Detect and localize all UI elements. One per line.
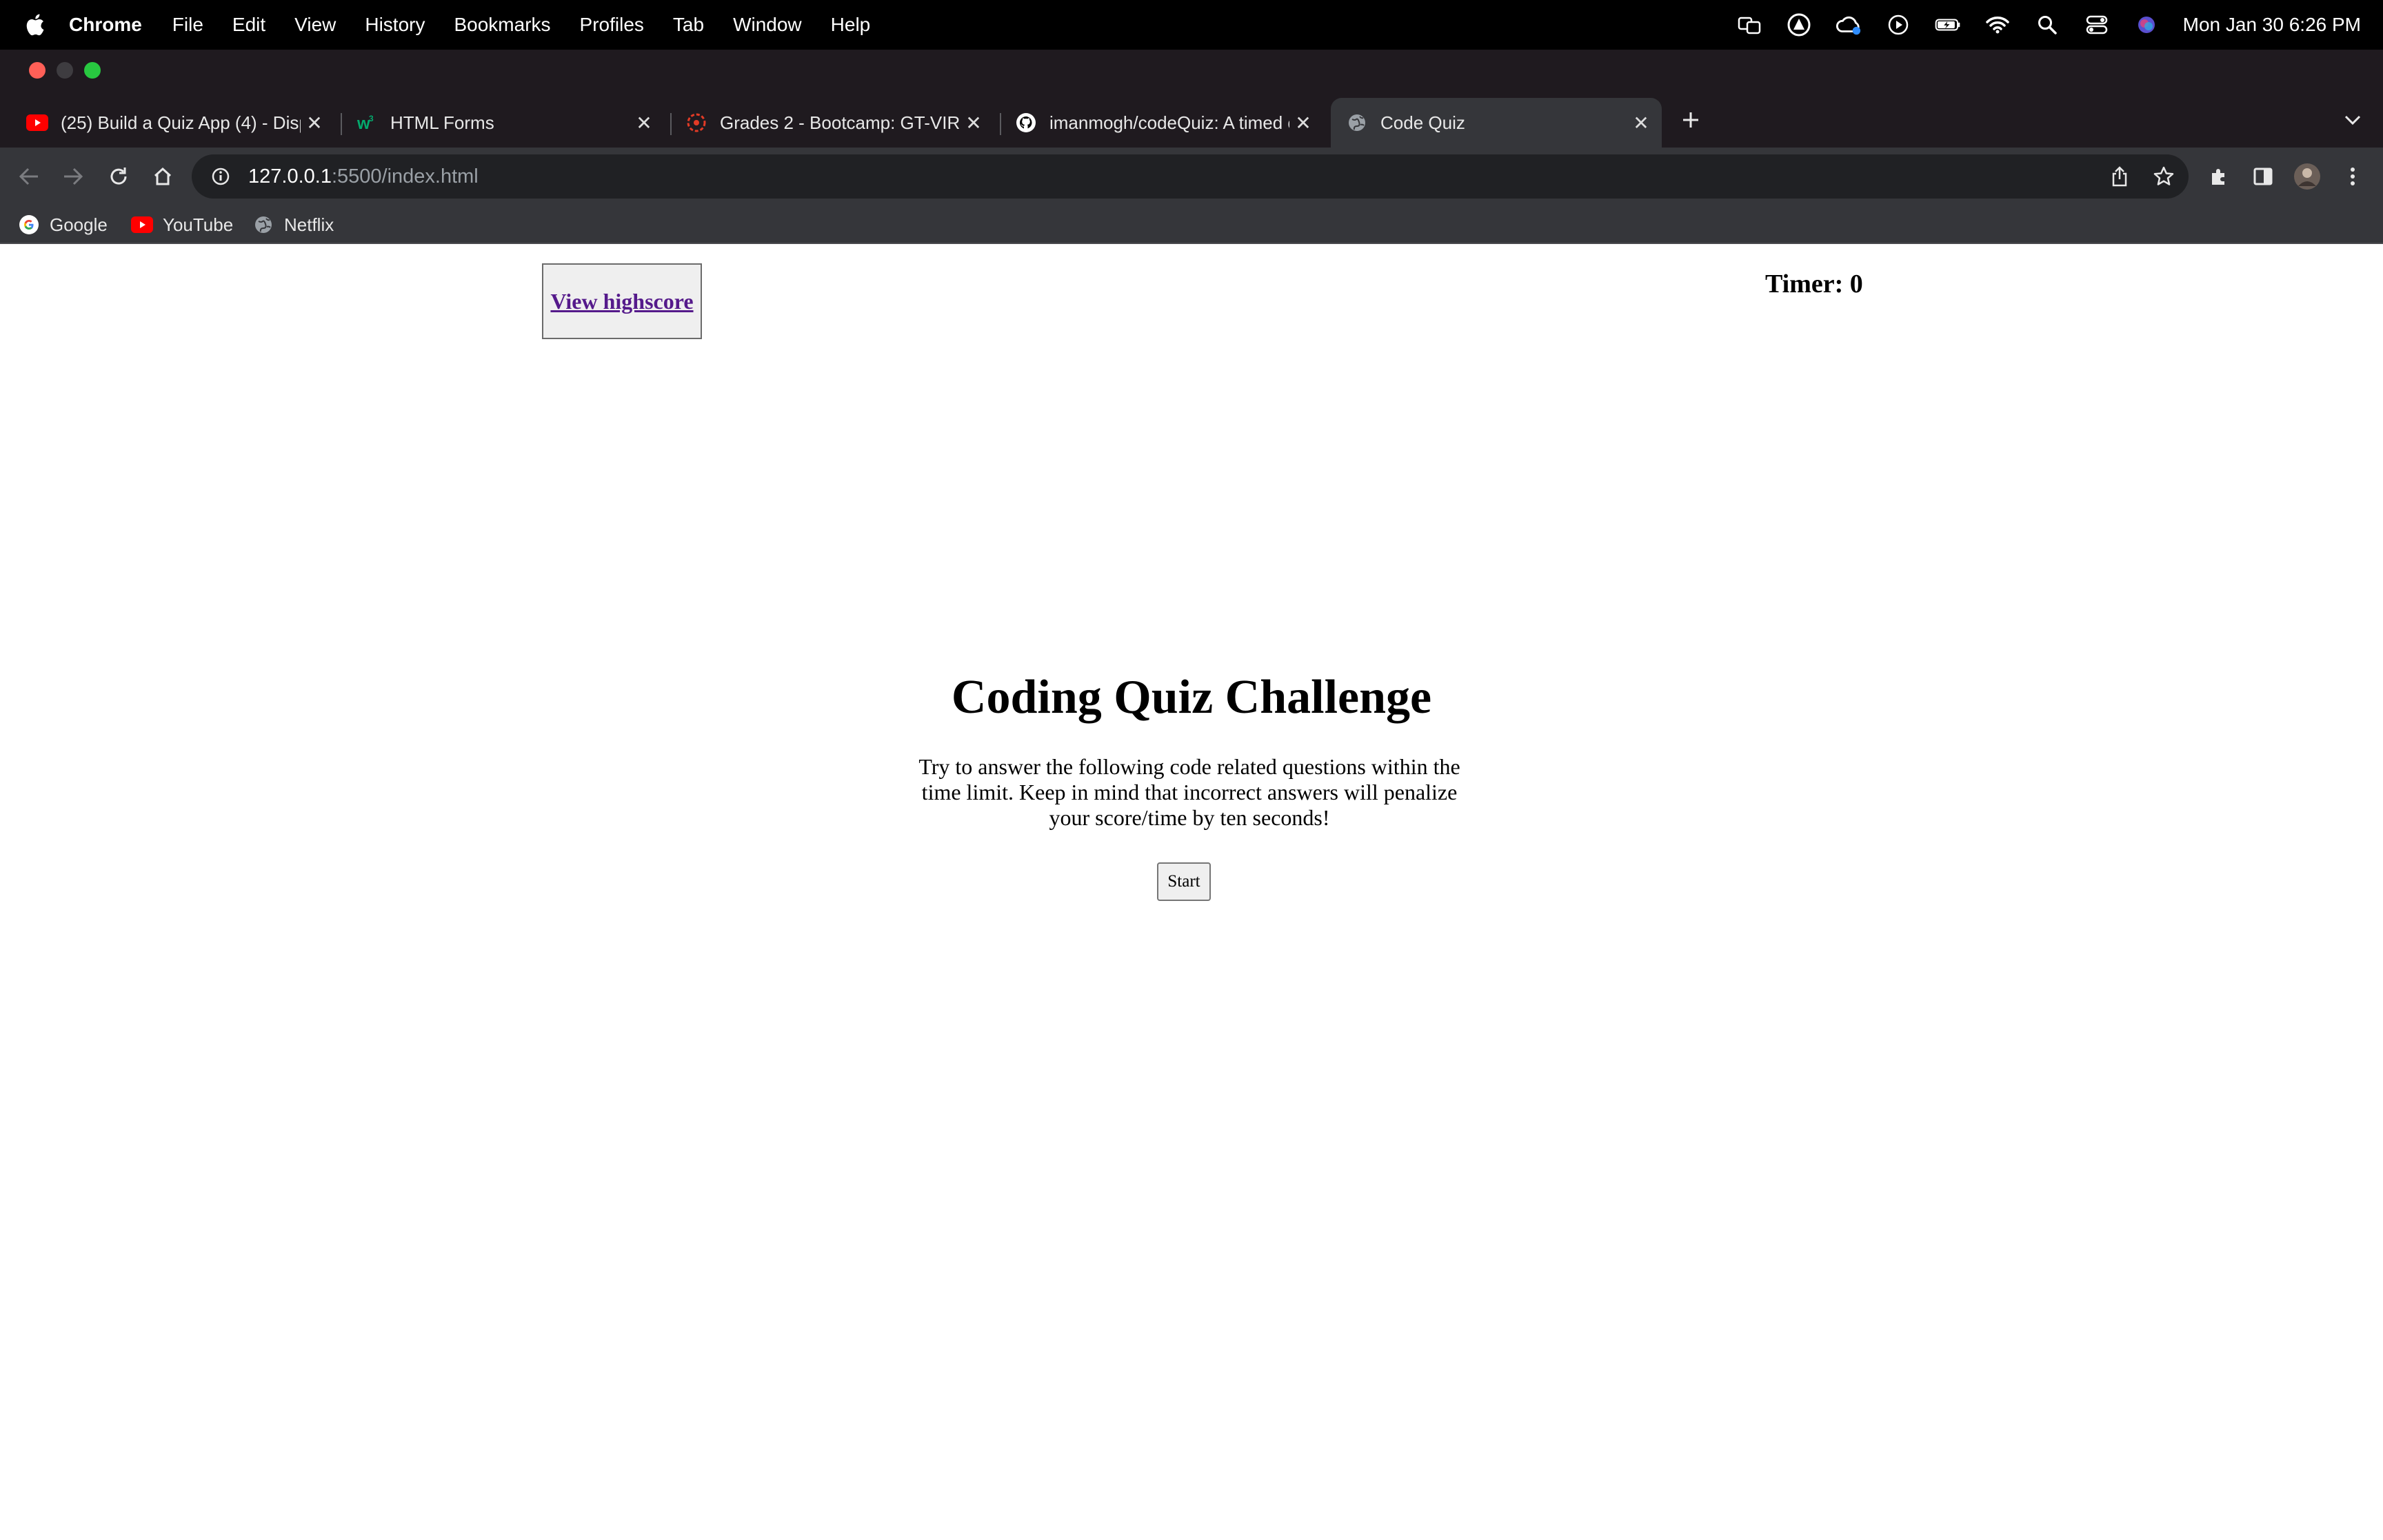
close-tab-icon[interactable]: ✕ [630, 109, 658, 136]
github-icon [1015, 112, 1037, 134]
tab-title: Code Quiz [1380, 112, 1465, 133]
bookmark-label: Netflix [284, 214, 334, 235]
quiz-title: Coding Quiz Challenge [951, 671, 1432, 724]
tab-grades-bootcamp[interactable]: Grades 2 - Bootcamp: GT-VIRT ✕ [670, 98, 994, 148]
youtube-icon [26, 112, 48, 134]
bookmark-label: YouTube [163, 214, 234, 235]
forward-arrow-icon[interactable] [58, 161, 88, 192]
play-icon[interactable] [1885, 12, 1911, 38]
bookmark-google[interactable]: Google [18, 211, 108, 239]
quiz-instructions: Try to answer the following code related… [918, 754, 1460, 830]
menu-help[interactable]: Help [831, 14, 871, 36]
page-content: View highscore Timer: 0 Coding Quiz Chal… [0, 244, 2383, 1540]
menu-window[interactable]: Window [733, 14, 802, 36]
translate-icon[interactable] [1736, 12, 1762, 38]
share-icon[interactable] [2106, 163, 2133, 190]
siri-icon[interactable] [2133, 12, 2160, 38]
cloud-sync-icon[interactable] [1836, 12, 1862, 38]
close-tab-icon[interactable]: ✕ [301, 109, 328, 136]
bookmarks-bar: Google YouTube Netflix [0, 205, 2383, 244]
browser-toolbar: 127.0.0.1:5500/index.html [0, 148, 2383, 205]
menu-view[interactable]: View [294, 14, 336, 36]
tab-github-codequiz[interactable]: imanmogh/codeQuiz: A timed code ✕ [1000, 98, 1324, 148]
reload-icon[interactable] [103, 161, 134, 192]
tab-strip: (25) Build a Quiz App (4) - Display ✕ w3… [0, 91, 2383, 148]
canvas-icon [685, 112, 707, 134]
w3schools-icon: w3 [356, 112, 378, 134]
address-bar[interactable]: 127.0.0.1:5500/index.html [192, 154, 2189, 199]
side-panel-icon[interactable] [2248, 161, 2278, 192]
macos-menu-bar: Chrome File Edit View History Bookmarks … [0, 0, 2383, 50]
more-options-kebab-icon[interactable] [2337, 161, 2368, 192]
tab-title: imanmogh/codeQuiz: A timed code [1049, 112, 1289, 133]
tab-title: Grades 2 - Bootcamp: GT-VIRT [720, 112, 960, 133]
wifi-icon[interactable] [1984, 12, 2011, 38]
menu-tab[interactable]: Tab [673, 14, 704, 36]
menu-history[interactable]: History [365, 14, 425, 36]
highscore-box: View highscore [542, 263, 702, 339]
close-tab-icon[interactable]: ✕ [960, 109, 987, 136]
bookmark-star-icon[interactable] [2150, 163, 2178, 190]
home-icon[interactable] [148, 161, 178, 192]
menu-edit[interactable]: Edit [232, 14, 265, 36]
url-host: 127.0.0.1 [248, 165, 332, 188]
svg-text:w: w [356, 114, 370, 133]
status-area: Mon Jan 30 6:26 PM [1736, 0, 2361, 50]
google-icon [18, 214, 40, 236]
close-tab-icon[interactable]: ✕ [1289, 109, 1317, 136]
start-button[interactable]: Start [1157, 862, 1211, 901]
minimize-window-button[interactable] [57, 62, 73, 79]
youtube-icon [131, 214, 153, 236]
svg-text:3: 3 [369, 114, 374, 123]
menu-file[interactable]: File [172, 14, 203, 36]
zoom-window-button[interactable] [84, 62, 101, 79]
menu-bar-clock[interactable]: Mon Jan 30 6:26 PM [2183, 14, 2361, 36]
timer-display: Timer: 0 [1765, 270, 1863, 298]
apple-menu-icon[interactable] [0, 13, 69, 37]
extensions-puzzle-icon[interactable] [2204, 161, 2234, 192]
url-path: :5500/index.html [331, 165, 479, 188]
profile-avatar[interactable] [2292, 161, 2322, 192]
tab-html-forms[interactable]: w3 HTML Forms ✕ [341, 98, 665, 148]
globe-icon [1346, 112, 1368, 134]
tab-title: (25) Build a Quiz App (4) - Display [61, 112, 301, 133]
creative-cloud-icon[interactable] [1786, 12, 1812, 38]
bookmark-youtube[interactable]: YouTube [131, 211, 233, 239]
back-arrow-icon[interactable] [14, 161, 44, 192]
control-center-icon[interactable] [2084, 12, 2110, 38]
app-name-menu[interactable]: Chrome [69, 14, 142, 36]
spotlight-search-icon[interactable] [2034, 12, 2060, 38]
menu-bookmarks[interactable]: Bookmarks [454, 14, 550, 36]
view-highscore-link[interactable]: View highscore [550, 289, 693, 314]
tab-title: HTML Forms [390, 112, 494, 133]
close-window-button[interactable] [29, 62, 46, 79]
tab-search-chevron-down-icon[interactable] [2337, 105, 2368, 135]
window-title-bar [0, 50, 2383, 91]
tab-code-quiz[interactable]: Code Quiz ✕ [1331, 98, 1662, 148]
bookmark-netflix[interactable]: Netflix [252, 211, 334, 239]
site-info-icon[interactable] [207, 163, 234, 190]
globe-icon [252, 214, 274, 236]
menu-profiles[interactable]: Profiles [580, 14, 644, 36]
bookmark-label: Google [50, 214, 108, 235]
close-tab-icon[interactable]: ✕ [1627, 109, 1655, 136]
tab-quiz-app-video[interactable]: (25) Build a Quiz App (4) - Display ✕ [11, 98, 335, 148]
new-tab-button[interactable] [1676, 105, 1706, 135]
battery-icon[interactable] [1935, 12, 1961, 38]
